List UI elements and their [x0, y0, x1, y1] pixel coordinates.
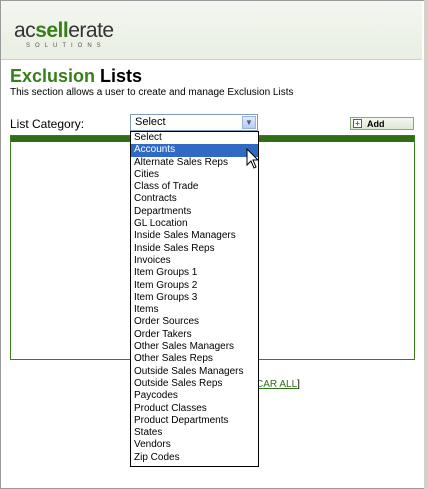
logo-text-post: erate — [68, 19, 114, 42]
list-category-selected-value: Select — [135, 116, 166, 128]
logo-text-pre: ac — [14, 19, 36, 42]
clear-all-link[interactable]: CAR ALL] — [256, 379, 300, 390]
window-edge — [424, 0, 428, 489]
dropdown-option[interactable]: GL Location — [131, 218, 258, 230]
dropdown-option[interactable]: Outside Sales Reps — [131, 378, 258, 390]
page-title: Exclusion Lists — [10, 66, 142, 87]
dropdown-option[interactable]: States — [131, 427, 258, 439]
dropdown-option[interactable]: Item Groups 1 — [131, 267, 258, 279]
dropdown-option[interactable]: Order Takers — [131, 329, 258, 341]
dropdown-option[interactable]: Inside Sales Managers — [131, 230, 258, 242]
list-category-label: List Category: — [10, 117, 85, 131]
dropdown-option[interactable]: Product Classes — [131, 403, 258, 415]
dropdown-option[interactable]: Departments — [131, 206, 258, 218]
page-subtitle: This section allows a user to create and… — [10, 87, 294, 98]
plus-icon: + — [353, 119, 362, 128]
dropdown-option[interactable]: Select — [131, 132, 258, 144]
dropdown-option[interactable]: Other Sales Reps — [131, 353, 258, 365]
dropdown-option[interactable]: Class of Trade — [131, 181, 258, 193]
dropdown-option[interactable]: Inside Sales Reps — [131, 243, 258, 255]
dropdown-option[interactable]: Paycodes — [131, 390, 258, 402]
dropdown-option[interactable]: Cities — [131, 169, 258, 181]
dropdown-option[interactable]: Item Groups 3 — [131, 292, 258, 304]
page-title-accent: Exclusion — [10, 66, 96, 86]
dropdown-option[interactable]: Accounts — [131, 144, 258, 157]
clear-all-link-text[interactable]: CAR ALL — [256, 379, 297, 390]
dropdown-option[interactable]: Outside Sales Managers — [131, 366, 258, 378]
dropdown-option[interactable]: Order Sources — [131, 316, 258, 328]
add-button[interactable]: + Add — [350, 117, 414, 130]
mouse-pointer-icon — [246, 148, 260, 169]
chevron-down-icon[interactable]: ▼ — [242, 116, 256, 129]
dropdown-option[interactable]: Other Sales Managers — [131, 341, 258, 353]
dropdown-option[interactable]: Product Departments — [131, 415, 258, 427]
dropdown-option[interactable]: Items — [131, 304, 258, 316]
dropdown-option[interactable]: Contracts — [131, 193, 258, 205]
logo-text-accent: sell — [35, 19, 69, 42]
dropdown-option[interactable]: Invoices — [131, 255, 258, 267]
clear-all-bracket: ] — [297, 379, 300, 390]
dropdown-option[interactable]: Alternate Sales Reps — [131, 157, 258, 169]
logo-subtitle: SOLUTIONS — [26, 43, 106, 49]
add-button-label: Add — [367, 119, 385, 129]
list-category-select[interactable]: Select ▼ — [130, 114, 258, 131]
page-title-rest: Lists — [95, 66, 143, 86]
header-bar: acsellerate SOLUTIONS — [1, 1, 422, 60]
dropdown-option[interactable]: Item Groups 2 — [131, 280, 258, 292]
dropdown-option[interactable]: Zip Codes — [131, 452, 258, 464]
list-category-dropdown[interactable]: Select Accounts Alternate Sales Reps Cities… — [130, 131, 259, 467]
dropdown-option[interactable]: Vendors — [131, 439, 258, 451]
acsellerate-logo: acsellerate SOLUTIONS — [14, 20, 114, 54]
